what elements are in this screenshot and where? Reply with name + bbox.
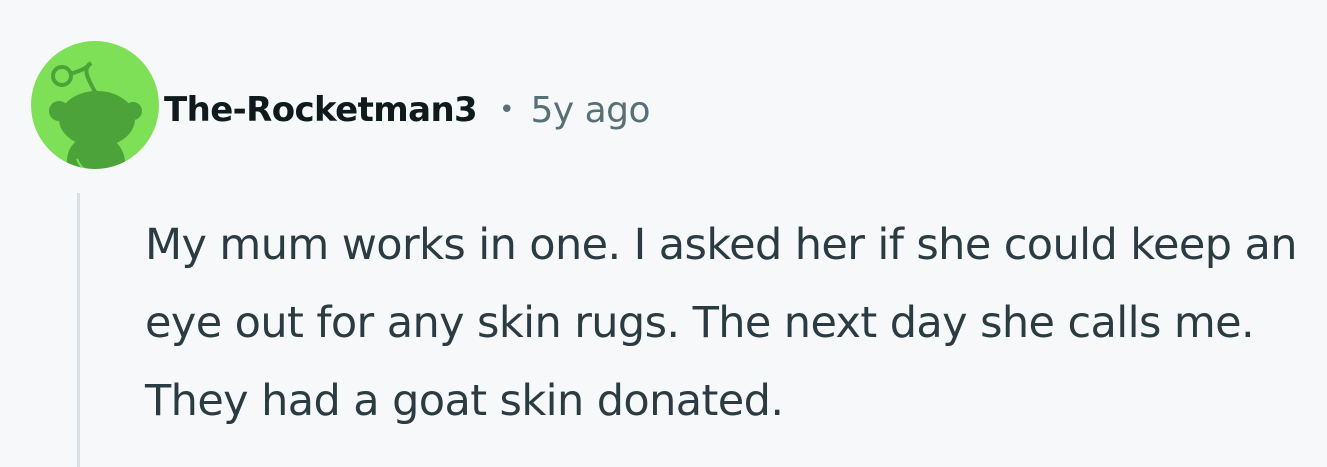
thread-line[interactable] xyxy=(77,193,80,467)
comment-header: The-Rocketman3 • 5y ago xyxy=(164,82,651,138)
comment-text: My mum works in one. I asked her if she … xyxy=(145,220,1298,426)
comment-container: The-Rocketman3 • 5y ago My mum works in … xyxy=(0,0,1327,467)
comment-body: My mum works in one. I asked her if she … xyxy=(145,206,1320,440)
author-username-link[interactable]: The-Rocketman3 xyxy=(164,90,478,130)
comment-timestamp[interactable]: 5y ago xyxy=(530,90,650,131)
avatar-svg xyxy=(31,41,159,169)
snoo-avatar-icon[interactable] xyxy=(31,41,159,169)
meta-separator: • xyxy=(499,95,515,125)
